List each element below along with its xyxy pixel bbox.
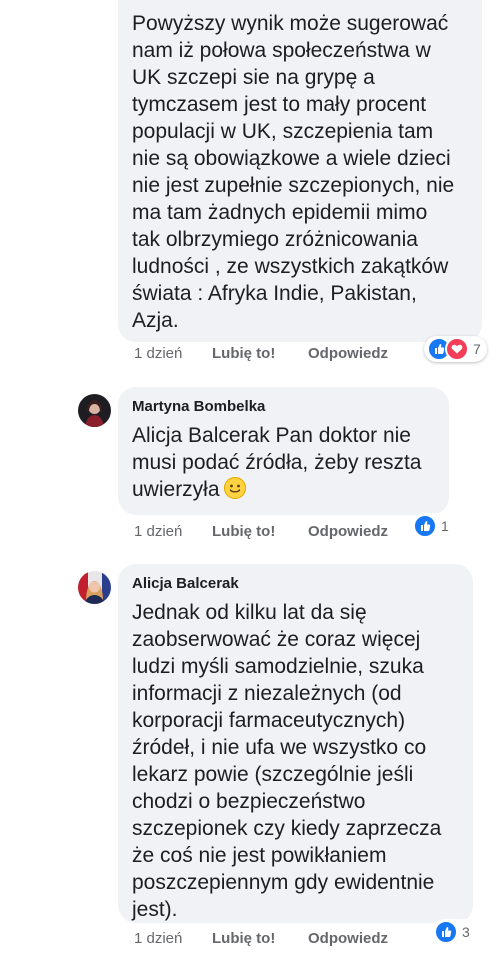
love-icon — [445, 337, 469, 361]
comment-bubble: Alicja Balcerak Jednak od kilku lat da s… — [118, 564, 473, 923]
comment-time[interactable]: 1 dzień — [134, 930, 212, 947]
reply-button[interactable]: Odpowiedz — [308, 345, 388, 362]
comment-actions: 1 dzień Lubię to! Odpowiedz — [134, 930, 388, 947]
avatar[interactable] — [78, 394, 111, 427]
like-icon — [434, 920, 458, 944]
reactions-summary[interactable]: 3 — [432, 919, 476, 945]
reactions-summary[interactable]: 1 — [411, 513, 455, 539]
reaction-count: 7 — [473, 341, 481, 357]
like-button[interactable]: Lubię to! — [212, 523, 308, 540]
comment-actions: 1 dzień Lubię to! Odpowiedz — [134, 523, 388, 540]
comment-time[interactable]: 1 dzień — [134, 345, 212, 362]
like-icon — [413, 514, 437, 538]
comment-text: Alicja Balcerak Pan doktor nie musi poda… — [132, 422, 435, 503]
reaction-count: 1 — [441, 518, 449, 534]
comment-bubble: Martyna Bombelka Alicja Balcerak Pan dok… — [118, 387, 449, 515]
comment-text: Powyższy wynik może sugerować nam iż poł… — [132, 12, 455, 332]
reply-button[interactable]: Odpowiedz — [308, 930, 388, 947]
comment-author[interactable]: Martyna Bombelka — [132, 398, 435, 416]
comment-author[interactable]: Alicja Balcerak — [132, 575, 459, 593]
reaction-count: 3 — [462, 924, 470, 940]
comment-text-content: Alicja Balcerak Pan doktor nie musi poda… — [132, 424, 422, 501]
reply-button[interactable]: Odpowiedz — [308, 523, 388, 540]
comment-actions: 1 dzień Lubię to! Odpowiedz — [134, 345, 388, 362]
comment-bubble: Powyższy wynik może sugerować nam iż poł… — [118, 0, 482, 342]
avatar[interactable] — [78, 571, 111, 604]
comment-text: Jednak od kilku lat da się zaobserwować … — [132, 601, 442, 921]
smile-emoji-icon — [223, 477, 246, 499]
reactions-summary[interactable]: 7 — [424, 336, 487, 362]
like-button[interactable]: Lubię to! — [212, 345, 308, 362]
comment-time[interactable]: 1 dzień — [134, 523, 212, 540]
like-button[interactable]: Lubię to! — [212, 930, 308, 947]
